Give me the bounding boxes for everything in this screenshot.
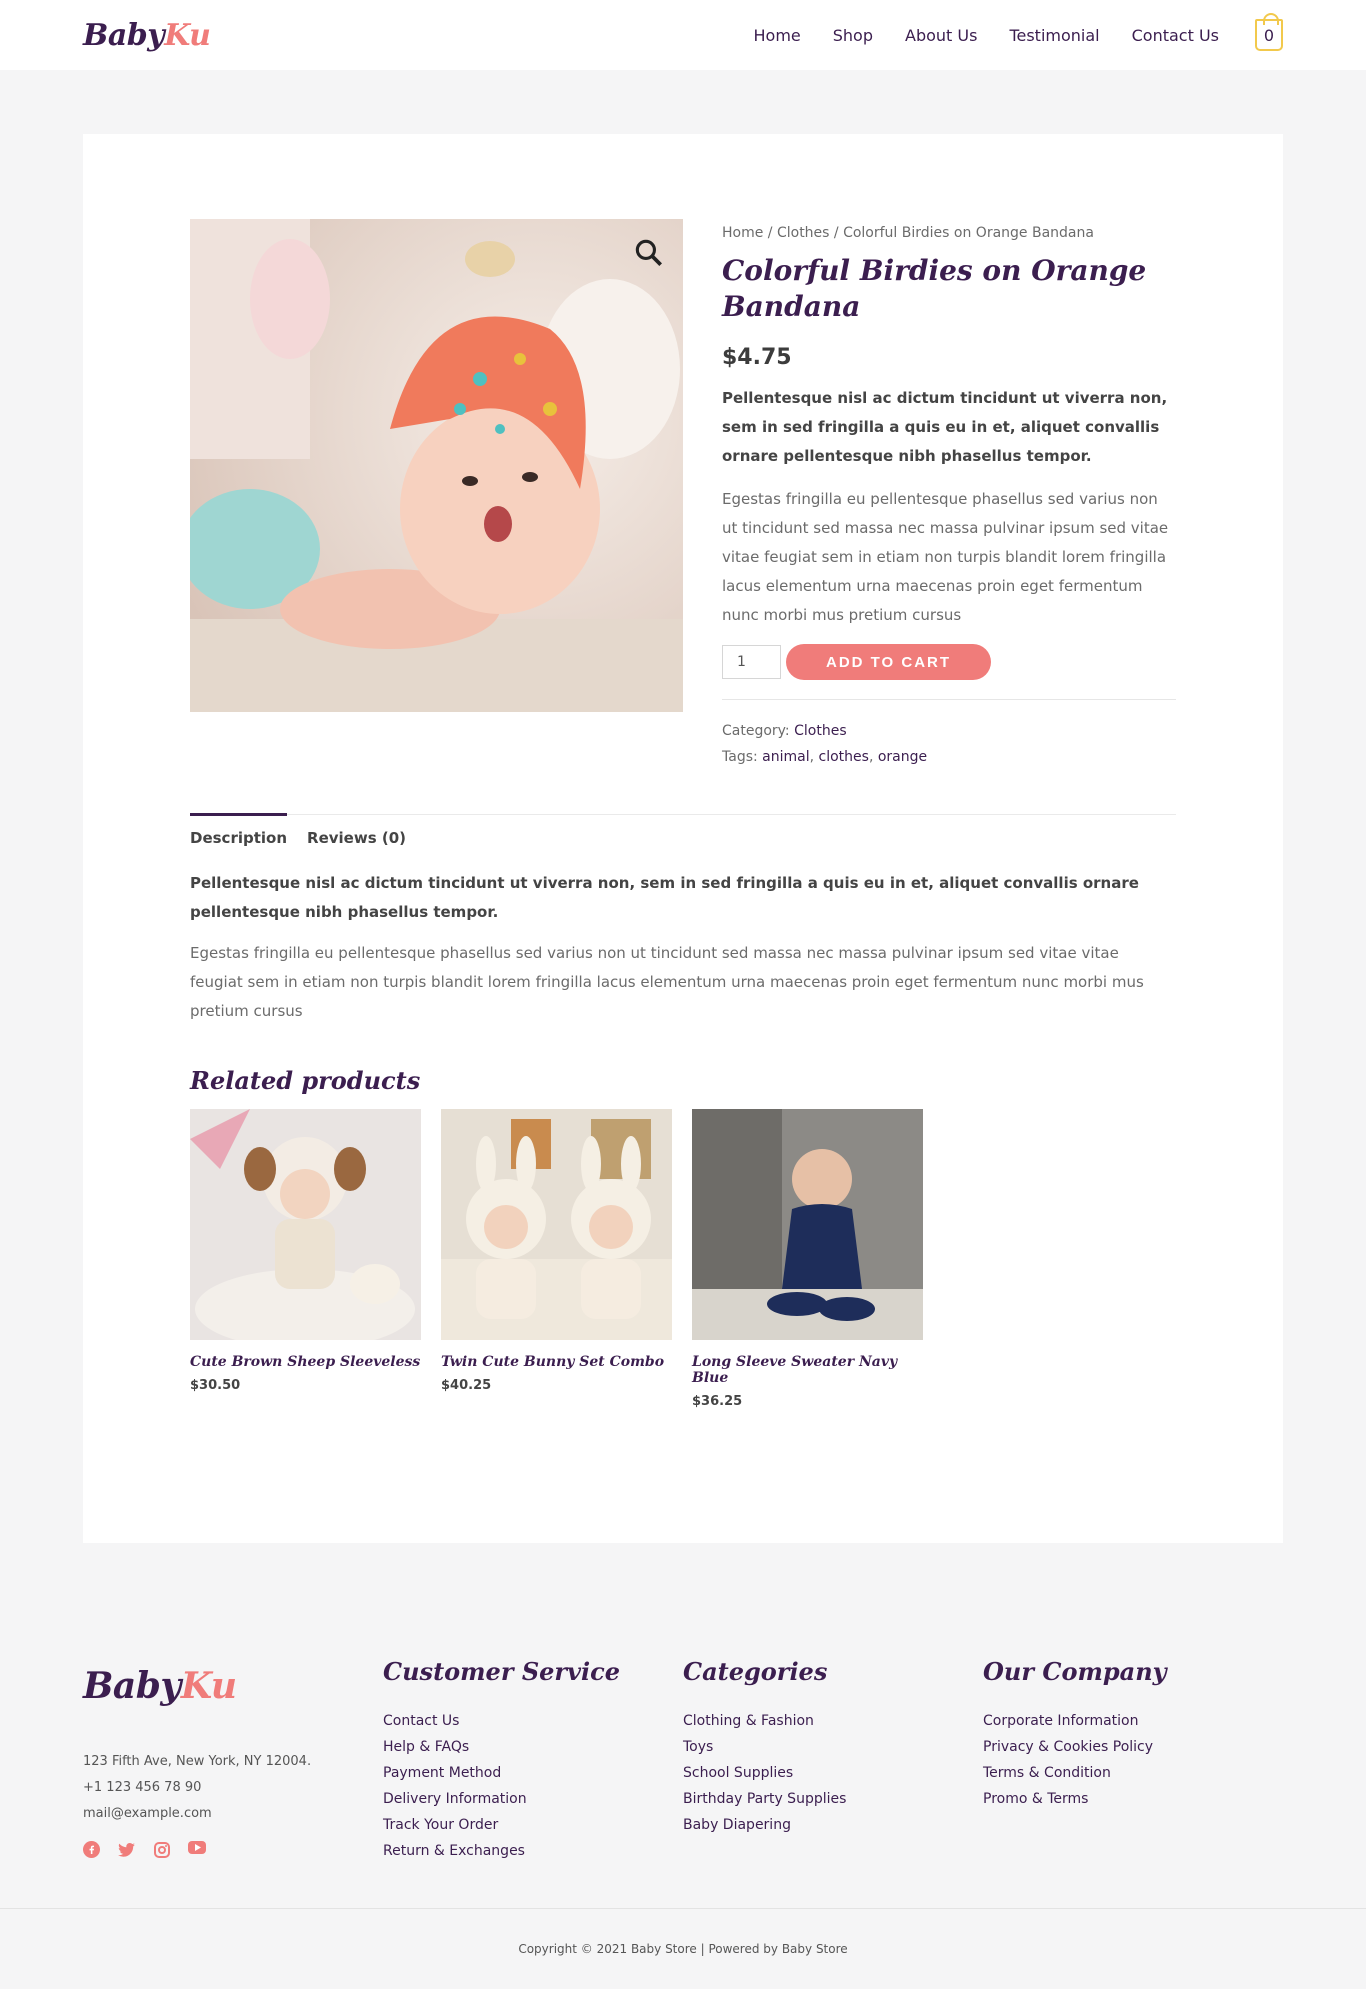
add-to-cart-form: 1 ADD TO CART — [722, 644, 1176, 680]
breadcrumb[interactable]: Home / Clothes / Colorful Birdies on Ora… — [722, 225, 1176, 241]
quantity-input[interactable]: 1 — [722, 645, 781, 679]
zoom-icon[interactable] — [635, 239, 663, 267]
add-to-cart-button[interactable]: ADD TO CART — [786, 644, 992, 680]
description-bold: Pellentesque nisl ac dictum tincidunt ut… — [190, 874, 1139, 921]
related-product-price: $40.25 — [441, 1378, 492, 1393]
tag-link-orange[interactable]: orange — [878, 749, 927, 765]
company-heading: Our Company — [983, 1657, 1167, 1686]
site-header: BabyKu Home Shop About Us Testimonial Co… — [0, 0, 1366, 70]
footer-link-promo-terms[interactable]: Promo & Terms — [983, 1786, 1283, 1812]
tags-row: Tags: animal, clothes, orange — [722, 749, 928, 765]
site-footer: BabyKu 123 Fifth Ave, New York, NY 12004… — [0, 1607, 1366, 1988]
description-text: Egestas fringilla eu pellentesque phasel… — [190, 944, 1144, 1020]
footer-link-baby-diapering[interactable]: Baby Diapering — [683, 1812, 983, 1838]
related-products: Cute Brown Sheep Sleeveless $30.50 Twin … — [190, 1109, 1176, 1409]
tag-link-clothes[interactable]: clothes — [819, 749, 869, 765]
youtube-icon[interactable] — [188, 1841, 206, 1854]
related-product[interactable]: Twin Cute Bunny Set Combo $40.25 — [441, 1109, 672, 1409]
product-tabs: Description Reviews (0) — [190, 813, 1176, 847]
sheep-outfit-photo[interactable] — [190, 1109, 421, 1340]
address: 123 Fifth Ave, New York, NY 12004. — [83, 1754, 312, 1769]
customer-service-links: Contact Us Help & FAQs Payment Method De… — [383, 1708, 683, 1864]
category-label: Category: — [722, 723, 790, 739]
logo-part-ku: Ku — [164, 17, 211, 53]
short-description-bold: Pellentesque nisl ac dictum tincidunt ut… — [722, 389, 1168, 465]
footer-logo[interactable]: BabyKu — [83, 1665, 383, 1707]
logo-part-baby: Baby — [83, 17, 165, 53]
related-product-name[interactable]: Cute Brown Sheep Sleeveless — [190, 1354, 421, 1370]
nav-contact-us[interactable]: Contact Us — [1132, 26, 1219, 45]
tab-reviews[interactable]: Reviews (0) — [307, 815, 406, 847]
footer-link-clothing-fashion[interactable]: Clothing & Fashion — [683, 1708, 983, 1734]
footer-link-delivery-information[interactable]: Delivery Information — [383, 1786, 683, 1812]
social-links — [83, 1841, 383, 1858]
categories-links: Clothing & Fashion Toys School Supplies … — [683, 1708, 983, 1838]
footer-link-birthday-party-supplies[interactable]: Birthday Party Supplies — [683, 1786, 983, 1812]
footer-link-help-faqs[interactable]: Help & FAQs — [383, 1734, 683, 1760]
cart-icon[interactable]: 0 — [1255, 13, 1283, 51]
footer-logo-part-baby: Baby — [83, 1665, 181, 1707]
facebook-icon[interactable] — [83, 1841, 100, 1858]
product-image[interactable] — [190, 219, 683, 712]
tags-label: Tags: — [722, 749, 758, 765]
footer-link-payment-method[interactable]: Payment Method — [383, 1760, 683, 1786]
footer-link-school-supplies[interactable]: School Supplies — [683, 1760, 983, 1786]
category-link[interactable]: Clothes — [794, 723, 847, 739]
footer-link-contact-us[interactable]: Contact Us — [383, 1708, 683, 1734]
nav-testimonial[interactable]: Testimonial — [1009, 26, 1099, 45]
phone: +1 123 456 78 90 — [83, 1780, 202, 1795]
twitter-icon[interactable] — [118, 1841, 135, 1858]
footer-brand-column: BabyKu 123 Fifth Ave, New York, NY 12004… — [83, 1657, 383, 1864]
divider — [722, 699, 1176, 700]
email: mail@example.com — [83, 1806, 212, 1821]
site-logo[interactable]: BabyKu — [83, 17, 211, 53]
footer-columns: BabyKu 123 Fifth Ave, New York, NY 12004… — [0, 1607, 1366, 1864]
company-links: Corporate Information Privacy & Cookies … — [983, 1708, 1283, 1812]
related-product-name[interactable]: Twin Cute Bunny Set Combo — [441, 1354, 672, 1370]
category-row: Category: Clothes — [722, 718, 1176, 744]
footer-link-track-your-order[interactable]: Track Your Order — [383, 1812, 683, 1838]
product-meta: Category: Clothes Tags: animal, clothes,… — [722, 718, 1176, 770]
footer-logo-part-ku: Ku — [180, 1665, 237, 1707]
twin-bunnies-photo[interactable] — [441, 1109, 672, 1340]
main-nav: Home Shop About Us Testimonial Contact U… — [754, 13, 1283, 51]
tag-link-animal[interactable]: animal — [762, 749, 809, 765]
contact-info: 123 Fifth Ave, New York, NY 12004. +1 12… — [83, 1749, 383, 1827]
related-product[interactable]: Cute Brown Sheep Sleeveless $30.50 — [190, 1109, 421, 1409]
baby-bandana-photo — [190, 219, 683, 712]
categories-heading: Categories — [683, 1657, 828, 1686]
footer-link-corporate-information[interactable]: Corporate Information — [983, 1708, 1283, 1734]
short-description: Egestas fringilla eu pellentesque phasel… — [722, 490, 1169, 624]
footer-link-return-exchanges[interactable]: Return & Exchanges — [383, 1838, 683, 1864]
footer-customer-service: Customer Service Contact Us Help & FAQs … — [383, 1657, 683, 1864]
tab-description[interactable]: Description — [190, 813, 288, 847]
related-product-price: $30.50 — [190, 1378, 241, 1393]
footer-link-privacy-cookies[interactable]: Privacy & Cookies Policy — [983, 1734, 1283, 1760]
footer-categories: Categories Clothing & Fashion Toys Schoo… — [683, 1657, 983, 1864]
footer-company: Our Company Corporate Information Privac… — [983, 1657, 1283, 1864]
customer-service-heading: Customer Service — [383, 1657, 621, 1686]
product-price: $4.75 — [722, 345, 792, 370]
nav-shop[interactable]: Shop — [833, 26, 873, 45]
footer-link-terms-condition[interactable]: Terms & Condition — [983, 1760, 1283, 1786]
related-products-title: Related products — [190, 1066, 421, 1095]
product-summary: Home / Clothes / Colorful Birdies on Ora… — [722, 219, 1176, 770]
product-title: Colorful Birdies on Orange Bandana — [722, 254, 1147, 323]
product-section: Home / Clothes / Colorful Birdies on Ora… — [190, 219, 1176, 770]
nav-home[interactable]: Home — [754, 26, 801, 45]
navy-sweater-photo[interactable] — [692, 1109, 923, 1340]
instagram-icon[interactable] — [153, 1841, 170, 1858]
related-product-name[interactable]: Long Sleeve Sweater Navy Blue — [692, 1354, 923, 1386]
nav-about-us[interactable]: About Us — [905, 26, 977, 45]
copyright: Copyright © 2021 Baby Store | Powered by… — [0, 1908, 1366, 1988]
related-product[interactable]: Long Sleeve Sweater Navy Blue $36.25 — [692, 1109, 923, 1409]
cart-count: 0 — [1263, 25, 1275, 45]
footer-link-toys[interactable]: Toys — [683, 1734, 983, 1760]
related-product-price: $36.25 — [692, 1394, 743, 1409]
product-card: Home / Clothes / Colorful Birdies on Ora… — [83, 134, 1283, 1543]
